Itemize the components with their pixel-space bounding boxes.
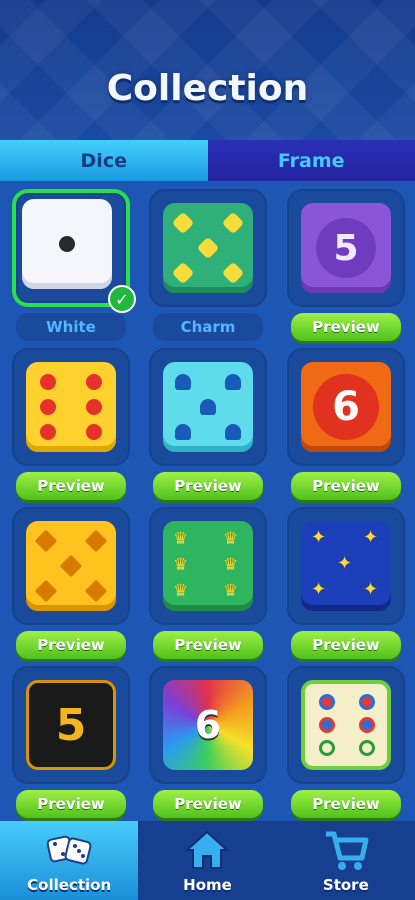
preview-button[interactable]: Preview	[153, 472, 263, 500]
preview-button[interactable]: Preview	[153, 790, 263, 818]
nav-home[interactable]: Home	[138, 821, 276, 900]
white-die-icon	[22, 199, 112, 289]
nav-store[interactable]: Store	[277, 821, 415, 900]
nav-label: Collection	[27, 876, 112, 894]
dice-icon	[46, 835, 92, 865]
preview-button[interactable]: Preview	[291, 631, 401, 659]
tab-dice[interactable]: Dice	[0, 140, 208, 181]
home-icon	[184, 830, 231, 869]
tab-frame[interactable]: Frame	[207, 140, 415, 181]
tab-bar: Dice Frame	[0, 140, 415, 181]
selected-check-icon: ✓	[108, 285, 136, 313]
shell-die-icon	[163, 362, 253, 452]
bottom-nav: Collection Home Store	[0, 821, 415, 900]
diamond-die-icon	[26, 521, 116, 611]
target-die-icon	[301, 680, 391, 770]
crown-die-icon: ♛ ♛ ♛ ♛ ♛ ♛	[163, 521, 253, 611]
preview-button[interactable]: Preview	[16, 790, 126, 818]
dice-grid: ✓ White Charm 5 Preview Preview Preview …	[0, 181, 415, 821]
preview-button[interactable]: Preview	[153, 631, 263, 659]
page-title: Collection	[106, 68, 309, 109]
dice-name-label: Charm	[153, 313, 263, 341]
yellow-die-icon	[26, 362, 116, 452]
rainbow-die-icon: 6	[163, 680, 253, 770]
preview-button[interactable]: Preview	[16, 631, 126, 659]
preview-button[interactable]: Preview	[291, 313, 401, 341]
nav-label: Home	[183, 876, 232, 894]
star-die-icon: ✦ ✦ ✦ ✦ ✦	[301, 521, 391, 611]
preview-button[interactable]: Preview	[291, 790, 401, 818]
flame-die-icon: 6	[301, 362, 391, 452]
clover-die-icon	[163, 203, 253, 293]
nav-label: Store	[322, 876, 369, 894]
preview-button[interactable]: Preview	[291, 472, 401, 500]
black-gold-die-icon: 5	[26, 680, 116, 770]
purple-die-icon: 5	[301, 203, 391, 293]
header: Collection	[0, 0, 415, 140]
dice-name-label: White	[16, 313, 126, 341]
nav-collection[interactable]: Collection	[0, 821, 139, 900]
cart-icon	[325, 831, 369, 870]
preview-button[interactable]: Preview	[16, 472, 126, 500]
